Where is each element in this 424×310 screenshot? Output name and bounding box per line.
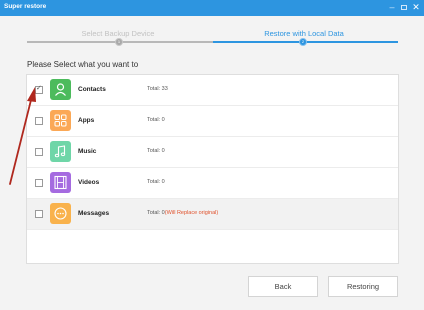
- annotation-arrow-icon: [9, 87, 36, 185]
